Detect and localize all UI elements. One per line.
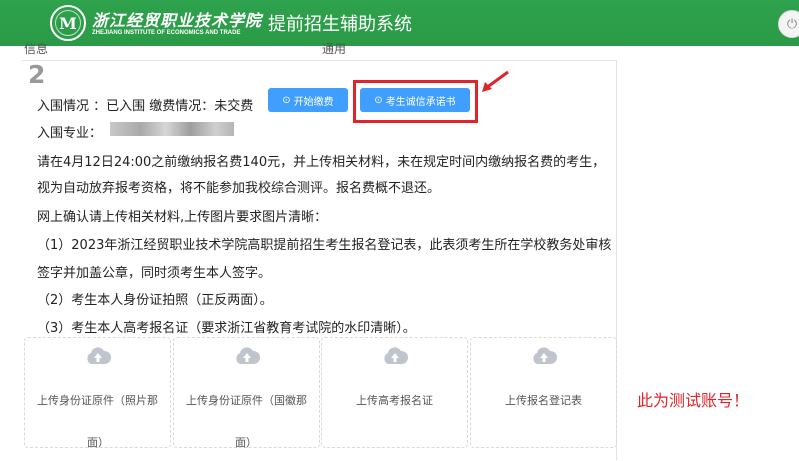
app-header: M 浙江经贸职业技术学院 ZHEJIANG INSTITUTE OF ECONO… [0, 0, 799, 46]
notice-line-5: 签字并加盖公章，同时须考生本人签字。 [37, 266, 272, 281]
major-label: 入围专业： [37, 126, 103, 141]
prev-row-left-text: 信息 [24, 42, 49, 56]
upload-registration-form[interactable]: 上传报名登记表 [470, 337, 617, 448]
highlight-box [353, 80, 478, 123]
upload-id-front[interactable]: 上传身份证原件（照片那 面） [24, 337, 171, 449]
record-index: 2 [28, 60, 46, 89]
notice-line-3: 网上确认请上传相关材料,上传图片要求图片清晰： [37, 210, 328, 225]
upload-exam-cert[interactable]: 上传高考报名证 [321, 337, 468, 448]
cloud-upload-icon [533, 347, 557, 364]
cloud-upload-icon [236, 347, 260, 364]
prev-row-right-text: 通用 [322, 42, 347, 56]
notice-line-4: （1）2023年浙江经贸职业技术学院高职提前招生考生报名登记表，此表须考生所在学… [37, 238, 612, 253]
school-name-en: ZHEJIANG INSTITUTE OF ECONOMICS AND TRAD… [92, 30, 241, 36]
school-logo-seal: M [50, 5, 86, 41]
upload-id-back[interactable]: 上传身份证原件（国徽那 面） [173, 337, 320, 449]
upload-label: 上传身份证原件（国徽那 [186, 394, 307, 407]
school-name-cn: 浙江经贸职业技术学院 [92, 11, 263, 30]
upload-label-cont: 面） [235, 436, 257, 449]
status-line: 入围情况 ：已入围 缴费情况：未交费 [37, 99, 254, 114]
cloud-upload-icon [87, 347, 111, 364]
upload-label: 上传报名登记表 [505, 394, 582, 407]
upload-label: 上传身份证原件（照片那 [37, 394, 158, 407]
notice-line-2: 视为自动放弃报考资格，将不能参加我校综合测评。报名费概不退还。 [37, 181, 441, 196]
upload-label: 上传高考报名证 [356, 394, 433, 407]
power-icon[interactable]: ⏻ [778, 10, 799, 38]
test-account-note: 此为测试账号！ [637, 391, 750, 410]
red-arrow-icon [482, 70, 509, 92]
blurred-major-value [110, 122, 234, 136]
check-circle-icon: ⊙ [282, 94, 291, 106]
start-payment-button[interactable]: ⊙ 开始缴费 [268, 88, 348, 112]
notice-line-6: （2）考生本人身份证拍照（正反两面）。 [37, 293, 273, 308]
notice-line-7: （3）考生本人高考报名证（要求浙江省教育考试院的水印清晰）。 [37, 321, 416, 336]
upload-label-cont: 面） [87, 436, 109, 449]
notice-line-1: 请在4月12日24:00之前缴纳报名费140元，并上传相关材料，未在规定时间内缴… [37, 155, 606, 170]
system-title: 提前招生辅助系统 [268, 14, 412, 35]
start-payment-label: 开始缴费 [293, 96, 334, 108]
cloud-upload-icon [384, 347, 408, 364]
